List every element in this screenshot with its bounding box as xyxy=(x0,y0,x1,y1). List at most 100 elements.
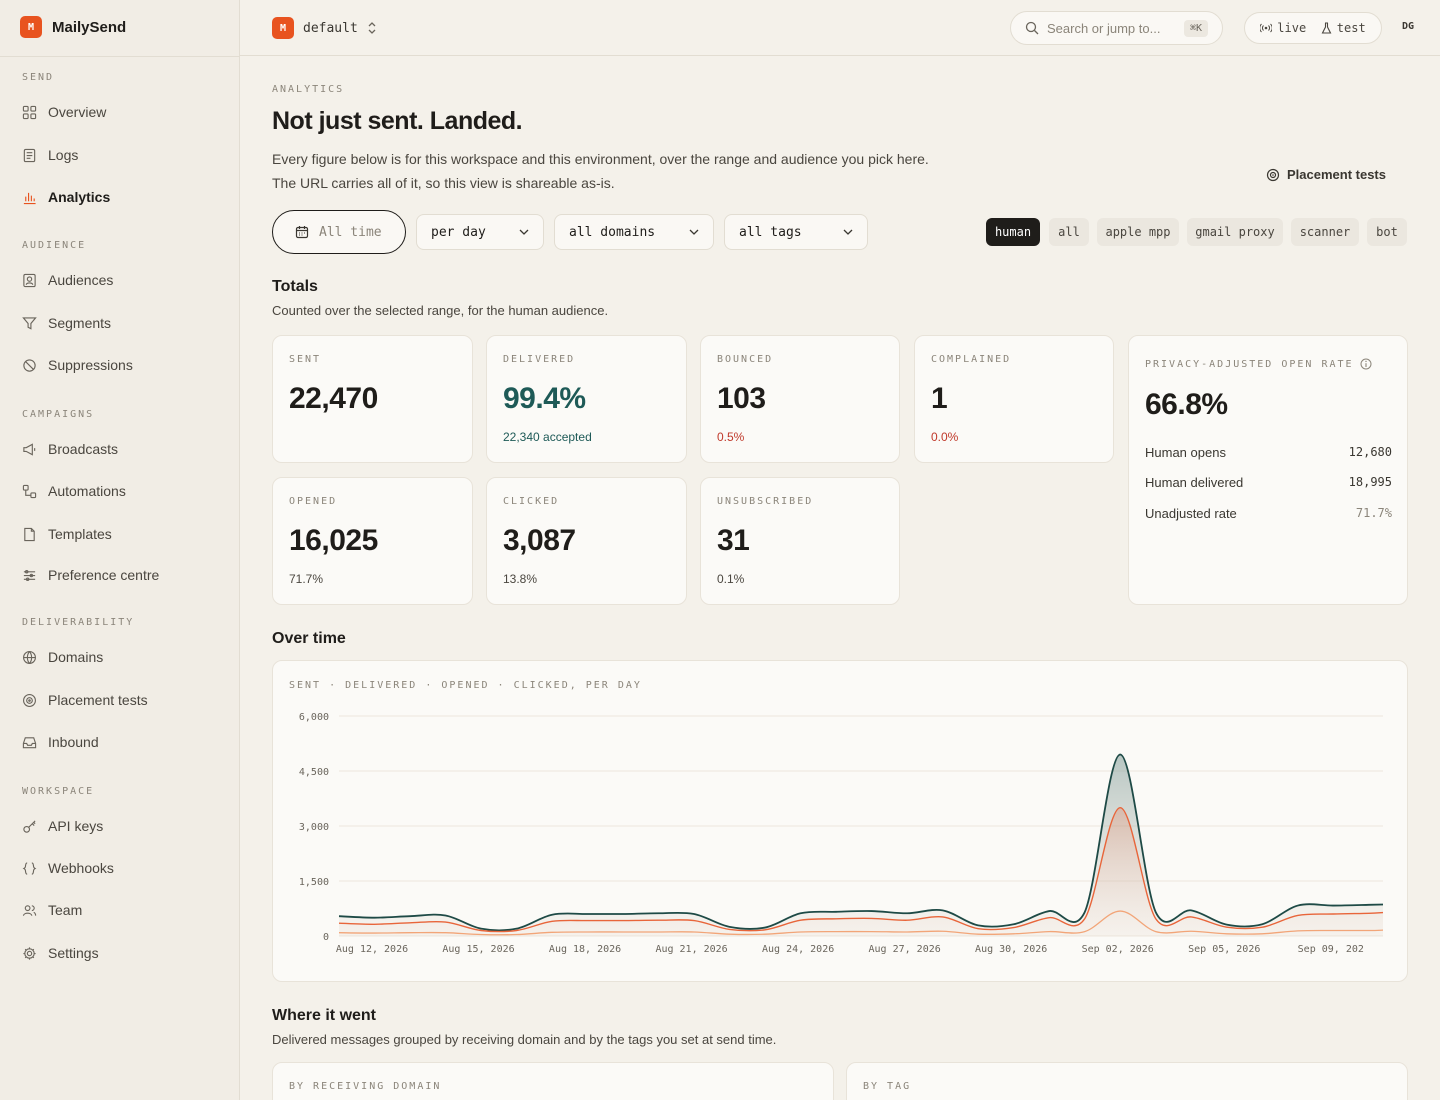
sidebar-item-automations[interactable]: Automations xyxy=(22,481,126,501)
sidebar-item-overview[interactable]: Overview xyxy=(22,102,106,122)
row-label: Human opens xyxy=(1145,445,1226,460)
stat-value: 99.4% xyxy=(503,382,586,415)
tags-select[interactable]: all tags xyxy=(724,214,868,250)
y-tick-label: 1,500 xyxy=(299,877,329,888)
page-description: Every figure below is for this workspace… xyxy=(272,151,929,191)
brand-name: MailySend xyxy=(52,18,127,36)
sidebar-item-segments[interactable]: Segments xyxy=(22,313,111,333)
sidebar-item-preference-centre[interactable]: Preference centre xyxy=(22,565,159,585)
sidebar-item-audiences[interactable]: Audiences xyxy=(22,270,113,290)
users-icon xyxy=(22,904,37,916)
calendar-icon xyxy=(295,226,309,239)
sidebar-item-placement-tests[interactable]: Placement tests xyxy=(22,690,148,710)
stat-sub: 13.8% xyxy=(503,572,538,586)
sidebar-item-label: Webhooks xyxy=(48,860,114,876)
sidebar-item-broadcasts[interactable]: Broadcasts xyxy=(22,439,118,459)
stat-label: SENT xyxy=(289,354,322,365)
sidebar-item-analytics[interactable]: Analytics xyxy=(22,187,110,207)
domains-value: all domains xyxy=(569,224,656,240)
chevron-down-icon xyxy=(689,229,699,235)
divider xyxy=(0,56,240,57)
sidebar-item-label: Broadcasts xyxy=(48,441,119,457)
audience-chip-apple-mpp[interactable]: apple mpp xyxy=(1097,218,1179,246)
inbox-icon xyxy=(22,736,37,748)
audience-chip-human[interactable]: human xyxy=(986,218,1040,246)
y-tick-label: 0 xyxy=(323,932,329,943)
sidebar-item-team[interactable]: Team xyxy=(22,900,82,920)
info-icon[interactable] xyxy=(1360,358,1372,370)
audience-chip-all[interactable]: all xyxy=(1049,218,1089,246)
sidebar-item-templates[interactable]: Templates xyxy=(22,524,112,544)
environment-switcher[interactable]: M default xyxy=(272,17,377,39)
sidebar-item-label: Inbound xyxy=(48,734,99,750)
gear-icon xyxy=(23,946,36,960)
privacy-open-rate-card: PRIVACY-ADJUSTED OPEN RATE 66.8% Human o… xyxy=(1128,335,1408,605)
x-tick-label: Aug 15, 2026 xyxy=(442,944,514,955)
contact-icon xyxy=(23,273,36,287)
privacy-row: Human delivered 18,995 xyxy=(1145,475,1392,490)
card-label: BY TAG xyxy=(863,1081,912,1092)
audience-chip-gmail-proxy[interactable]: gmail proxy xyxy=(1187,218,1283,246)
time-range-label: All time xyxy=(319,224,382,240)
sidebar-item-label: Preference centre xyxy=(48,567,160,583)
stat-label: UNSUBSCRIBED xyxy=(717,496,814,507)
page-title: Not just sent. Landed. xyxy=(272,107,523,135)
stat-value: 66.8% xyxy=(1145,388,1228,421)
y-tick-label: 6,000 xyxy=(299,712,329,723)
placement-tests-label: Placement tests xyxy=(1287,167,1386,182)
env-logo: M xyxy=(272,17,294,39)
brand-logo: M xyxy=(20,16,42,38)
stat-value: 103 xyxy=(717,382,766,415)
sidebar: M MailySend SEND Overview Logs Analytics AUD… xyxy=(0,0,240,1100)
chevron-updown-icon xyxy=(368,22,376,34)
sidebar-item-label: Team xyxy=(48,902,83,918)
broadcast-icon xyxy=(1260,23,1273,33)
stat-card-complained: COMPLAINED 1 0.0% xyxy=(914,335,1114,463)
sidebar-item-label: Settings xyxy=(48,945,99,961)
filter-icon xyxy=(22,316,37,330)
search-icon xyxy=(1025,21,1039,35)
sidebar-item-inbound[interactable]: Inbound xyxy=(22,732,99,752)
series-line-sent xyxy=(338,753,1384,932)
audience-chip-scanner[interactable]: scanner xyxy=(1291,218,1359,246)
x-tick-label: Sep 02, 2026 xyxy=(1082,944,1154,955)
y-tick-label: 3,000 xyxy=(299,822,329,833)
domains-select[interactable]: all domains xyxy=(554,214,714,250)
sidebar-item-webhooks[interactable]: Webhooks xyxy=(22,858,114,878)
sidebar-item-api-keys[interactable]: API keys xyxy=(22,816,103,836)
user-avatar[interactable]: DG xyxy=(1402,21,1414,32)
sidebar-item-label: Segments xyxy=(48,315,112,331)
time-range-button[interactable]: All time xyxy=(272,210,406,254)
placement-tests-link[interactable]: Placement tests xyxy=(1266,167,1386,182)
sidebar-item-settings[interactable]: Settings xyxy=(22,943,99,963)
sidebar-item-suppressions[interactable]: Suppressions xyxy=(22,355,133,375)
search-input[interactable]: Search or jump to... ⌘K xyxy=(1010,11,1223,45)
file-icon xyxy=(24,527,35,541)
test-mode-button[interactable]: test xyxy=(1321,21,1366,35)
workflow-icon xyxy=(22,484,37,498)
sidebar-item-label: Audiences xyxy=(48,272,114,288)
sidebar-item-logs[interactable]: Logs xyxy=(22,145,78,165)
x-tick-label: Aug 24, 2026 xyxy=(762,944,834,955)
flask-icon xyxy=(1321,22,1332,34)
brand[interactable]: M MailySend xyxy=(20,16,126,38)
audience-chip-bot[interactable]: bot xyxy=(1367,218,1407,246)
globe-icon xyxy=(23,650,36,664)
series-area-sent xyxy=(339,754,1383,936)
nav-section-heading: WORKSPACE xyxy=(22,786,95,797)
test-label: test xyxy=(1336,21,1366,35)
x-tick-label: Aug 18, 2026 xyxy=(549,944,621,955)
sidebar-item-label: Templates xyxy=(48,526,112,542)
target-icon xyxy=(23,693,36,707)
stat-sub: 71.7% xyxy=(289,572,324,586)
over-time-chart: 6,000 4,500 3,000 1,500 0 Aug 12, 2026 Aug 15,… xyxy=(299,712,1384,955)
stat-card-bounced: BOUNCED 103 0.5% xyxy=(700,335,900,463)
live-mode-button[interactable]: live xyxy=(1260,21,1306,35)
by-tag-card: BY TAG xyxy=(846,1062,1408,1100)
over-time-title: Over time xyxy=(272,630,346,647)
page-eyebrow: ANALYTICS xyxy=(272,84,345,95)
granularity-select[interactable]: per day xyxy=(416,214,544,250)
sidebar-item-domains[interactable]: Domains xyxy=(22,647,103,667)
stat-sub: 0.0% xyxy=(931,430,959,444)
bar-chart-icon xyxy=(23,192,36,204)
